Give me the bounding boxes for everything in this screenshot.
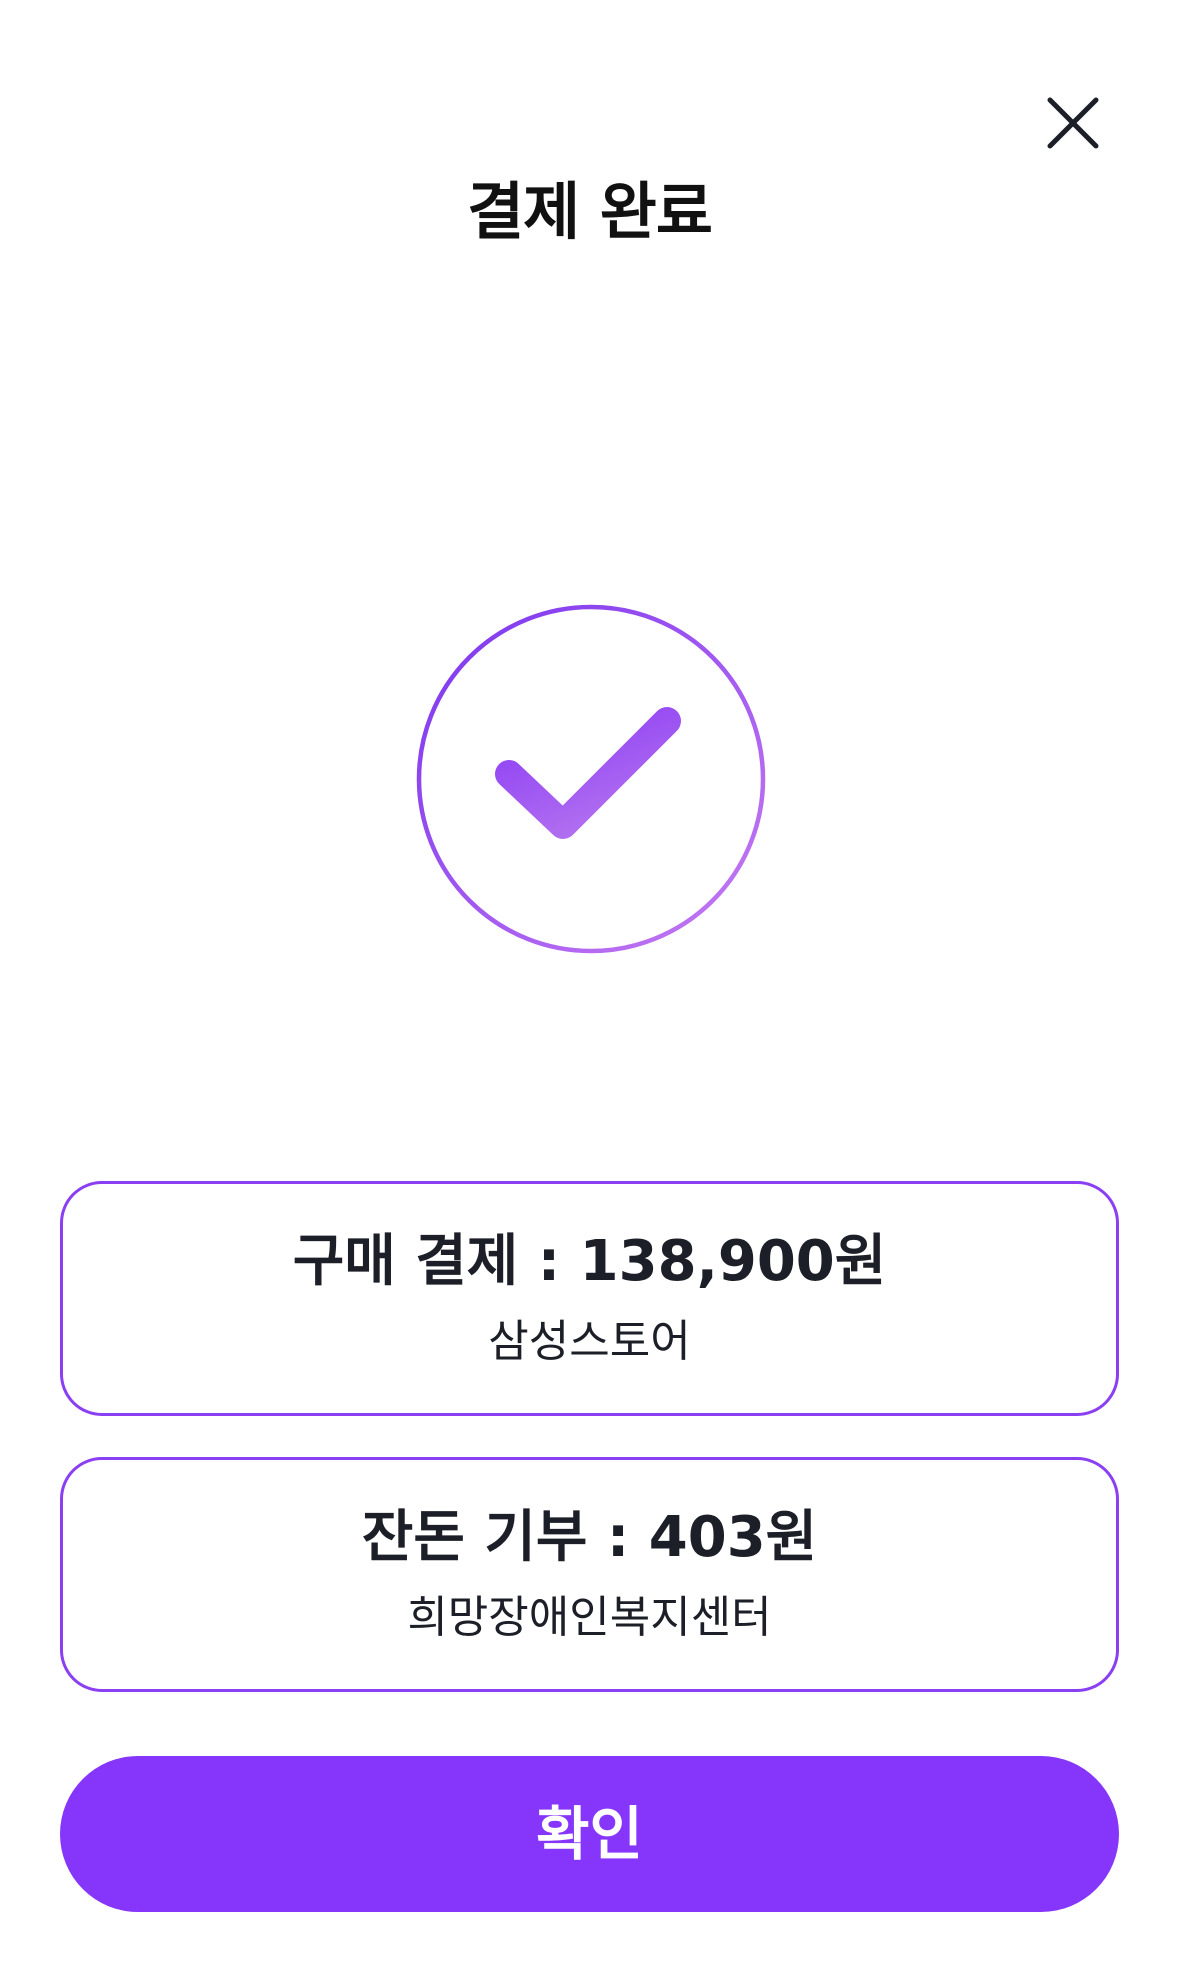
close-icon: [1040, 90, 1106, 156]
donation-amount: 잔돈 기부 : 403원: [361, 1505, 818, 1570]
close-button[interactable]: [1040, 90, 1106, 156]
check-circle-icon: [415, 603, 767, 955]
confirm-button[interactable]: 확인: [60, 1756, 1119, 1912]
donation-summary-card: 잔돈 기부 : 403원 희망장애인복지센터: [60, 1457, 1119, 1692]
purchase-summary-card: 구매 결제 : 138,900원 삼성스토어: [60, 1181, 1119, 1416]
page-title: 결제 완료: [467, 175, 713, 248]
purchase-merchant: 삼성스토어: [488, 1316, 691, 1367]
purchase-amount: 구매 결제 : 138,900원: [292, 1229, 887, 1294]
donation-recipient: 희망장애인복지센터: [407, 1592, 772, 1643]
